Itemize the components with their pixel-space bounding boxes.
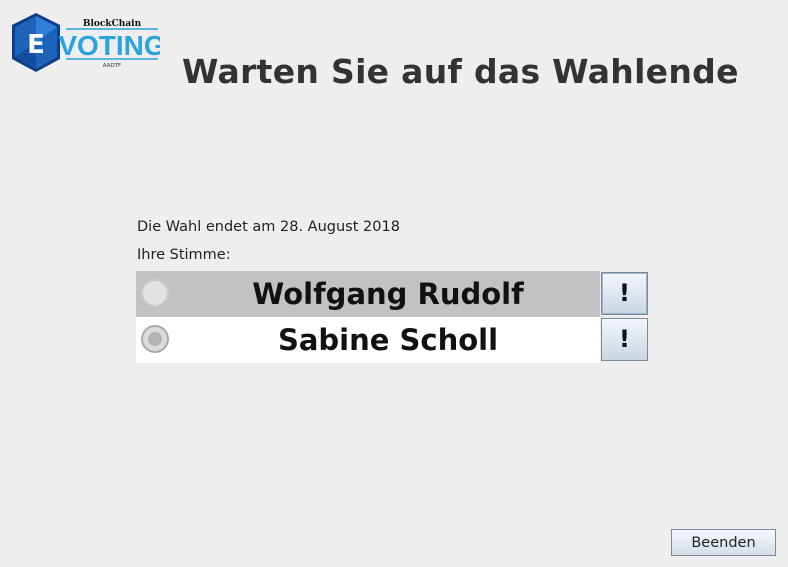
logo-top-text: BlockChain <box>83 19 142 29</box>
election-end-text: Die Wahl endet am 28. August 2018 <box>137 219 400 235</box>
logo-letter: E <box>27 30 45 60</box>
evoting-logo: E BlockChain VOTING AADTF <box>8 12 160 74</box>
candidate-info-button[interactable]: ! <box>601 272 648 315</box>
candidate-option[interactable]: Sabine Scholl <box>136 317 600 363</box>
candidate-name: Sabine Scholl <box>277 323 499 357</box>
candidate-row-sabine-scholl[interactable]: Sabine Scholl ! <box>136 317 649 363</box>
radio-button[interactable] <box>141 279 169 307</box>
radio-selected-dot <box>148 332 162 346</box>
candidate-row-wolfgang-rudolf[interactable]: Wolfgang Rudolf ! <box>136 271 649 317</box>
end-button[interactable]: Beenden <box>671 529 776 556</box>
candidate-option[interactable]: Wolfgang Rudolf <box>136 271 600 317</box>
candidate-info-button[interactable]: ! <box>601 318 648 361</box>
your-vote-label: Ihre Stimme: <box>137 247 231 263</box>
candidate-list: Wolfgang Rudolf ! Sabine Scholl ! <box>136 271 649 363</box>
logo-word: VOTING <box>58 30 160 61</box>
page-title: Warten Sie auf das Wahlende <box>182 52 739 91</box>
radio-button-selected[interactable] <box>141 325 169 353</box>
logo-small-text: AADTF <box>103 63 121 69</box>
candidate-name: Wolfgang Rudolf <box>252 277 524 311</box>
